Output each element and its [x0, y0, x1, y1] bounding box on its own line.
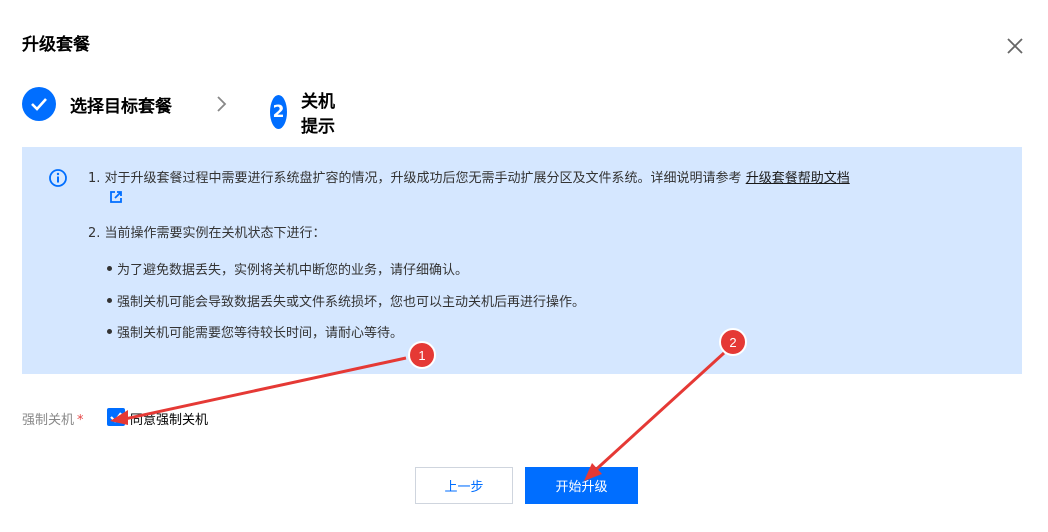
notice-item-1-text: 1. 对于升级套餐过程中需要进行系统盘扩容的情况，升级成功后您无需手动扩展分区及…: [88, 171, 742, 186]
info-icon: [49, 169, 67, 187]
notice-bullet-1: 为了避免数据丢失，实例将关机中断您的业务，请仔细确认。: [117, 263, 469, 278]
check-icon: [110, 412, 122, 423]
previous-step-button[interactable]: 上一步: [415, 467, 513, 504]
step-2-label: 关机提示: [301, 92, 335, 137]
notice-item-2: 2. 当前操作需要实例在关机状态下进行：: [88, 226, 326, 241]
step-2-number: 2: [270, 95, 287, 129]
bullet-dot: [107, 298, 112, 303]
bullet-dot: [107, 329, 112, 334]
step-1-label: 选择目标套餐: [70, 96, 172, 117]
notice-bullet-3: 强制关机可能需要您等待较长时间，请耐心等待。: [117, 326, 404, 341]
notice-item-1: 1. 对于升级套餐过程中需要进行系统盘扩容的情况，升级成功后您无需手动扩展分区及…: [88, 167, 850, 186]
dialog-title: 升级套餐: [22, 35, 90, 55]
notice-bullet-2: 强制关机可能会导致数据丢失或文件系统损坏，您也可以主动关机后再进行操作。: [117, 295, 586, 310]
chevron-right-icon: [217, 96, 227, 112]
step-done-icon: [22, 87, 56, 121]
help-doc-link[interactable]: 升级套餐帮助文档: [746, 171, 850, 186]
required-mark: *: [77, 413, 84, 428]
bullet-dot: [107, 266, 112, 271]
agree-force-shutdown-label[interactable]: 同意强制关机: [130, 409, 208, 428]
start-upgrade-button[interactable]: 开始升级: [525, 467, 638, 504]
close-icon[interactable]: [1004, 35, 1026, 57]
force-shutdown-label-text: 强制关机: [22, 413, 75, 428]
agree-force-shutdown-checkbox[interactable]: [107, 408, 125, 426]
stepper: 选择目标套餐 2 关机提示: [22, 86, 335, 137]
force-shutdown-label: 强制关机 *: [22, 409, 84, 428]
external-link-icon[interactable]: [109, 190, 123, 204]
step-shutdown-notice: 2 关机提示: [270, 87, 335, 137]
notice-box: 1. 对于升级套餐过程中需要进行系统盘扩容的情况，升级成功后您无需手动扩展分区及…: [22, 147, 1022, 374]
step-select-plan: 选择目标套餐: [22, 87, 172, 121]
